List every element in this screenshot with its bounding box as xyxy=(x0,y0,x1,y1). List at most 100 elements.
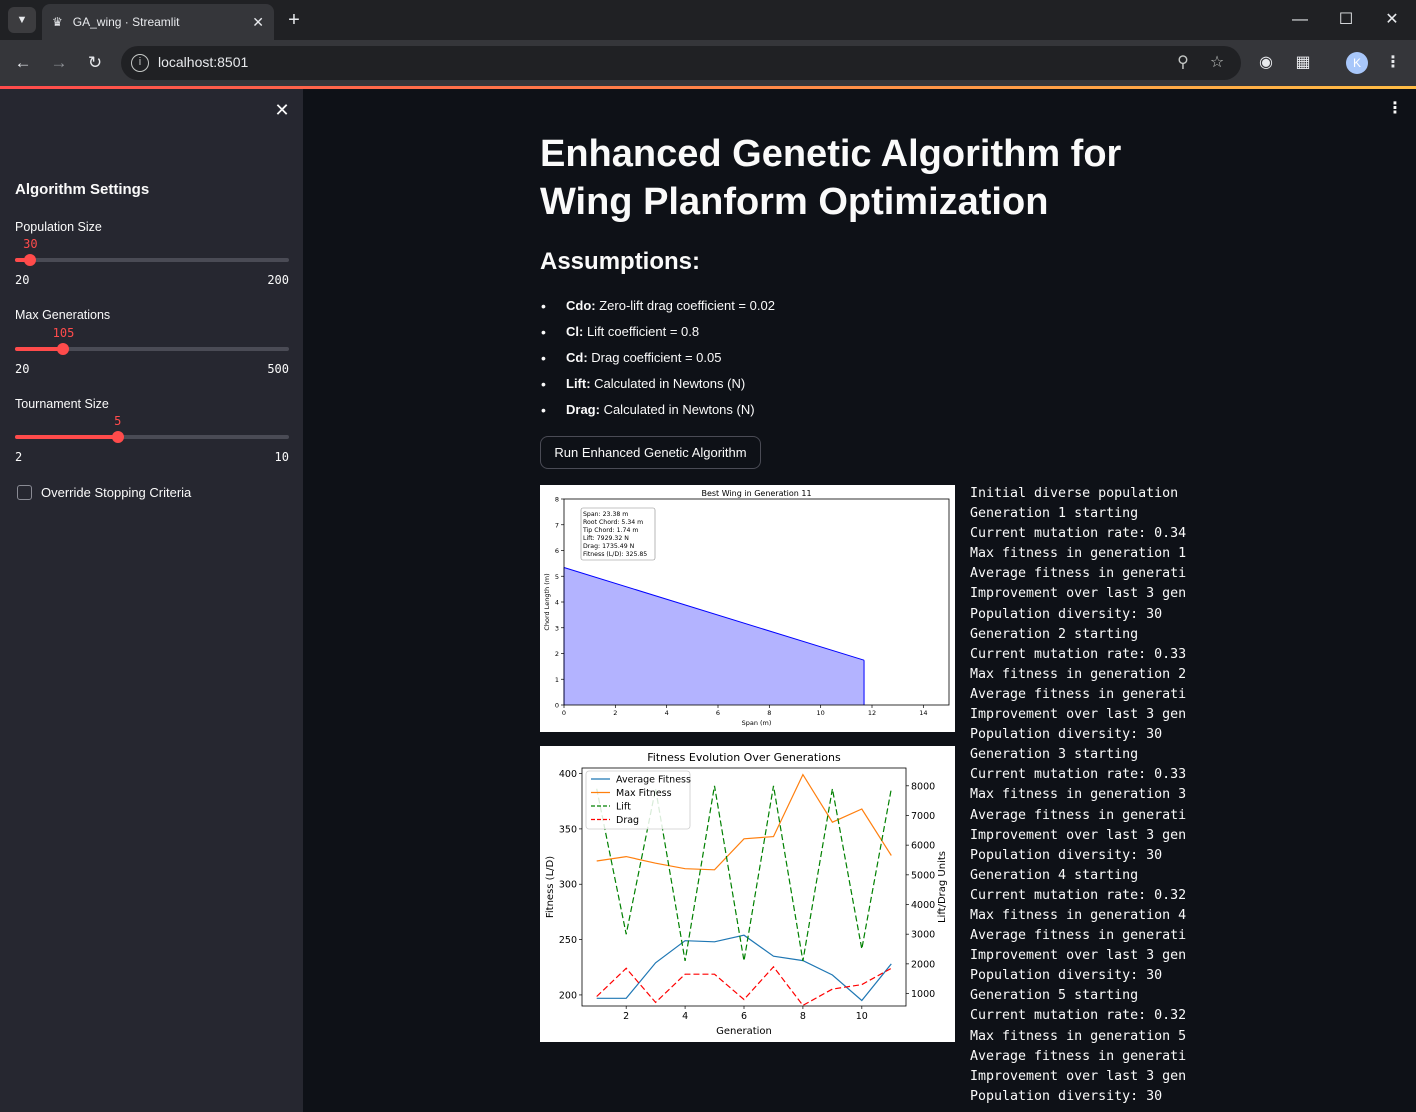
max-generations-slider: Max Generations 105 20 500 xyxy=(15,308,289,376)
new-tab-button[interactable]: + xyxy=(284,8,304,32)
y2-tick-label: 7000 xyxy=(911,811,935,822)
tab-search-button[interactable]: ▼ xyxy=(8,7,36,33)
tournament-size-slider: Tournament Size 5 2 10 xyxy=(15,397,289,464)
profile-avatar[interactable]: K xyxy=(1346,52,1368,74)
assumption-key: Lift: xyxy=(566,376,591,391)
y2-tick-label: 6000 xyxy=(911,841,935,852)
y-tick-label: 3 xyxy=(555,624,559,632)
y2-tick-label: 3000 xyxy=(911,930,935,941)
log-line: Current mutation rate: 0.32 xyxy=(970,887,1187,903)
slider-thumb[interactable] xyxy=(57,343,70,355)
run-algorithm-button[interactable]: Run Enhanced Genetic Algorithm xyxy=(540,436,761,469)
browser-tab-strip: ▼ ♛ GA_wing · Streamlit ✕ + — ☐ ✕ xyxy=(0,0,1416,40)
site-info-icon[interactable]: i xyxy=(131,54,149,72)
legend-label: Drag xyxy=(616,815,639,826)
chevron-down-icon: ▼ xyxy=(16,14,28,26)
assumption-text: Calculated in Newtons (N) xyxy=(599,402,755,417)
log-line: Generation 3 starting xyxy=(970,747,1139,763)
slider-fill xyxy=(15,347,64,351)
checkbox-label: Override Stopping Criteria xyxy=(41,485,192,500)
log-line: Population diversity: 30 xyxy=(970,606,1163,622)
zoom-icon[interactable]: ⚲ xyxy=(1173,53,1193,73)
forward-button[interactable]: → xyxy=(47,51,71,75)
y-tick-label: 4 xyxy=(555,599,559,607)
list-item: Cl: Lift coefficient = 0.8 xyxy=(540,322,775,348)
slider-min: 20 xyxy=(15,273,30,287)
assumptions-heading: Assumptions: xyxy=(540,248,701,275)
minimize-button[interactable]: — xyxy=(1288,8,1312,32)
override-stopping-checkbox[interactable] xyxy=(17,485,32,500)
log-line: Average fitness in generati xyxy=(970,928,1187,944)
slider-track[interactable] xyxy=(15,343,289,355)
log-line: Max fitness in generation 3 xyxy=(970,787,1187,803)
override-stopping-checkbox-row[interactable]: Override Stopping Criteria xyxy=(17,485,191,500)
annotation-line: Drag: 1735.49 N xyxy=(583,543,635,550)
slider-value: 5 xyxy=(114,414,122,428)
x-tick-label: 4 xyxy=(682,1011,688,1022)
fitness-evolution-chart-svg: Fitness Evolution Over Generations 2 4 6 8 10… xyxy=(545,751,948,1037)
slider-fill xyxy=(15,435,118,439)
chart-title: Fitness Evolution Over Generations xyxy=(647,751,841,764)
y-tick-label: 300 xyxy=(559,880,577,891)
sidebar-title: Algorithm Settings xyxy=(15,181,150,198)
back-button[interactable]: ← xyxy=(11,51,35,75)
maximize-button[interactable]: ☐ xyxy=(1334,8,1358,32)
chart-title: Best Wing in Generation 11 xyxy=(701,489,811,498)
log-line: Improvement over last 3 gen xyxy=(970,707,1187,723)
slider-thumb[interactable] xyxy=(24,254,37,266)
slider-track[interactable] xyxy=(15,254,289,266)
log-line: Average fitness in generati xyxy=(970,1048,1187,1064)
slider-value: 105 xyxy=(52,326,75,340)
y-axis-label: Fitness (L/D) xyxy=(545,856,556,918)
reload-button[interactable]: ↻ xyxy=(83,51,107,75)
log-line: Population diversity: 30 xyxy=(970,727,1163,743)
list-item: Cd: Drag coefficient = 0.05 xyxy=(540,348,775,374)
extensions-puzzle-icon[interactable]: ▦ xyxy=(1291,51,1315,75)
y-tick-label: 5 xyxy=(555,573,559,581)
slider-min: 2 xyxy=(15,450,23,464)
log-line: Improvement over last 3 gen xyxy=(970,1068,1187,1084)
log-line: Population diversity: 30 xyxy=(970,968,1163,984)
log-line: Improvement over last 3 gen xyxy=(970,827,1187,843)
browser-tab[interactable]: ♛ GA_wing · Streamlit ✕ xyxy=(42,4,274,40)
log-line: Average fitness in generati xyxy=(970,807,1187,823)
slider-thumb[interactable] xyxy=(111,431,124,443)
log-line: Current mutation rate: 0.32 xyxy=(970,1008,1187,1024)
log-line: Average fitness in generati xyxy=(970,686,1187,702)
legend-label: Max Fitness xyxy=(616,788,672,799)
x-tick-label: 6 xyxy=(716,709,720,717)
browser-menu-icon[interactable]: ⋮ xyxy=(1381,51,1405,75)
list-item: Cdo: Zero-lift drag coefficient = 0.02 xyxy=(540,296,775,322)
extension-glasses-icon[interactable]: ◉ xyxy=(1254,51,1278,75)
slider-label: Max Generations xyxy=(15,308,111,322)
y-tick-label: 2 xyxy=(555,650,559,658)
series-line xyxy=(596,965,892,1007)
x-tick-label: 6 xyxy=(741,1011,747,1022)
slider-value: 30 xyxy=(23,237,38,251)
log-line: Population diversity: 30 xyxy=(970,847,1163,863)
log-line: Current mutation rate: 0.33 xyxy=(970,767,1187,783)
close-sidebar-icon[interactable]: ✕ xyxy=(272,99,292,121)
slider-label: Tournament Size xyxy=(15,397,109,411)
url-text: localhost:8501 xyxy=(158,54,249,70)
x-tick-label: 10 xyxy=(856,1011,868,1022)
bookmark-star-icon[interactable]: ☆ xyxy=(1207,53,1227,73)
y-tick-label: 250 xyxy=(559,935,577,946)
assumption-key: Cd: xyxy=(566,350,588,365)
x-tick-label: 8 xyxy=(767,709,771,717)
slider-track[interactable] xyxy=(15,431,289,443)
slider-max: 200 xyxy=(267,273,289,287)
log-line: Population diversity: 30 xyxy=(970,1088,1163,1104)
y-tick-label: 6 xyxy=(555,547,559,555)
tab-title: GA_wing · Streamlit xyxy=(72,15,180,29)
assumption-key: Cdo: xyxy=(566,298,596,313)
annotation-line: Span: 23.38 m xyxy=(583,511,628,518)
close-window-button[interactable]: ✕ xyxy=(1380,8,1404,32)
y-tick-label: 1 xyxy=(555,676,559,684)
x-tick-label: 2 xyxy=(613,709,617,717)
tab-close-icon[interactable]: ✕ xyxy=(252,14,264,31)
address-bar[interactable]: i localhost:8501 ⚲ ☆ xyxy=(121,46,1241,80)
annotation-line: Root Chord: 5.34 m xyxy=(583,519,643,526)
main-menu-icon[interactable]: ⋮ xyxy=(1386,98,1404,120)
series-line xyxy=(596,934,892,1002)
